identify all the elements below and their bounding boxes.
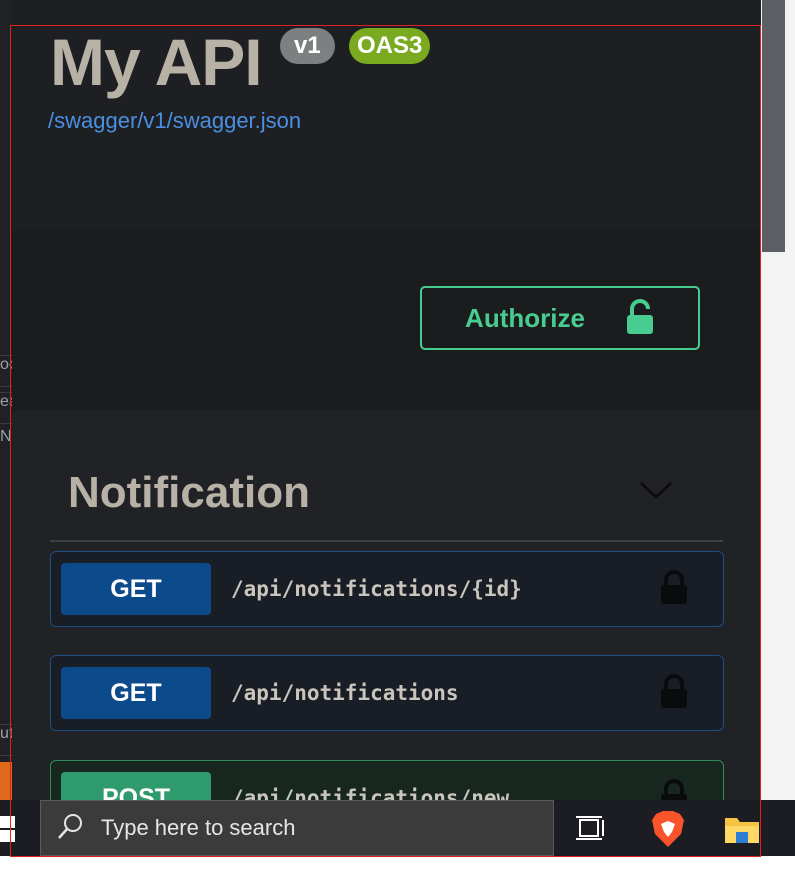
tag-section-notification[interactable]: Notification (50, 460, 723, 542)
adjacent-window-orange-button[interactable] (0, 762, 12, 800)
operation-path: /api/notifications/{id} (231, 577, 522, 601)
method-badge: GET (61, 563, 211, 615)
lock-icon[interactable] (659, 673, 689, 714)
unlocked-lock-icon (625, 298, 655, 338)
method-badge: POST (61, 772, 211, 800)
lock-icon[interactable] (659, 778, 689, 800)
task-view-icon[interactable] (576, 814, 606, 847)
operation-get-notifications[interactable]: GET /api/notifications (50, 655, 724, 731)
method-badge: GET (61, 667, 211, 719)
taskbar-search-placeholder: Type here to search (101, 815, 296, 840)
tag-title: Notification (68, 468, 310, 517)
chevron-down-icon[interactable] (639, 480, 673, 505)
adjacent-window-fragment: N (0, 428, 12, 445)
screen-margin (0, 856, 795, 882)
adjacent-window-fragment: oc (0, 355, 12, 387)
operation-path: /api/notifications/new (231, 786, 510, 800)
brave-icon[interactable] (650, 810, 686, 853)
taskbar-search-box[interactable]: Type here to search (40, 800, 554, 856)
operation-post-notification-new[interactable]: POST /api/notifications/new (50, 760, 724, 800)
search-icon (57, 812, 85, 845)
adjacent-window-fragment: ut (0, 724, 12, 756)
operation-path: /api/notifications (231, 681, 459, 705)
windows-icon[interactable] (0, 816, 16, 847)
authorize-button[interactable]: Authorize (420, 286, 700, 350)
version-badge: v1 (280, 28, 335, 64)
authorize-label: Authorize (465, 302, 585, 333)
lock-icon[interactable] (659, 569, 689, 610)
adjacent-window-strip: oc ea N ut (0, 0, 12, 800)
operation-get-notification-by-id[interactable]: GET /api/notifications/{id} (50, 551, 724, 627)
swagger-page: My API v1 OAS3 /swagger/v1/swagger.json … (12, 0, 761, 800)
scrollbar-thumb[interactable] (762, 0, 785, 252)
adjacent-window-fragment: ea (0, 392, 12, 424)
file-explorer-icon[interactable] (724, 814, 760, 849)
swagger-json-link[interactable]: /swagger/v1/swagger.json (48, 108, 301, 134)
oas-badge: OAS3 (349, 28, 431, 64)
api-title: My API (50, 25, 263, 99)
